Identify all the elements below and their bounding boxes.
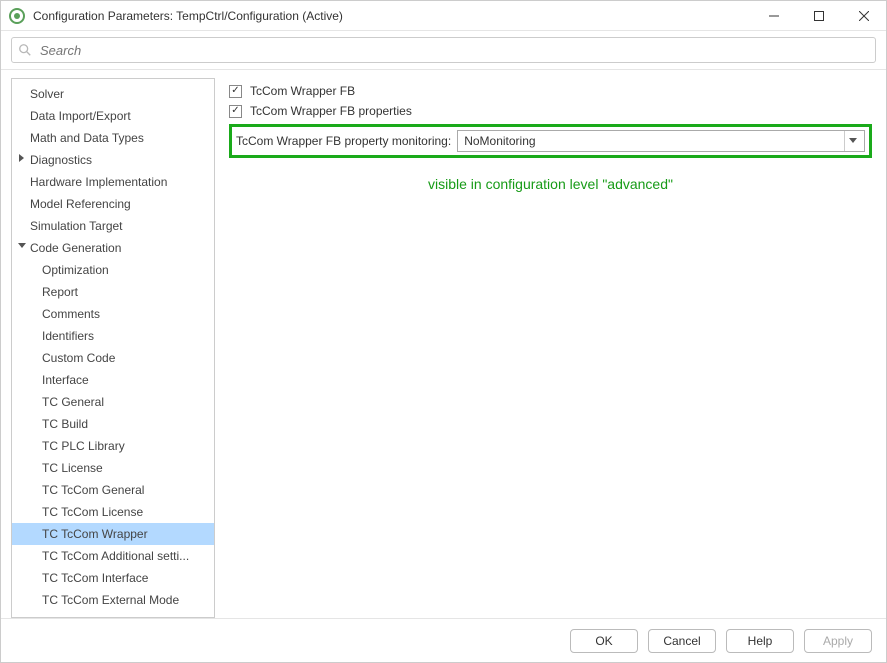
- search-icon: [18, 43, 32, 57]
- body: Solver Data Import/Export Math and Data …: [1, 70, 886, 618]
- maximize-icon: [814, 11, 824, 21]
- sidebar: Solver Data Import/Export Math and Data …: [11, 78, 215, 618]
- sidebar-item-tc-tccom-general[interactable]: TC TcCom General: [12, 479, 214, 501]
- sidebar-item-comments[interactable]: Comments: [12, 303, 214, 325]
- sidebar-item-math-data-types[interactable]: Math and Data Types: [12, 127, 214, 149]
- sidebar-item-tc-general[interactable]: TC General: [12, 391, 214, 413]
- sidebar-item-tc-plcfb-general[interactable]: TC PlcFb General: [12, 611, 214, 618]
- close-button[interactable]: [841, 1, 886, 30]
- sidebar-item-interface[interactable]: Interface: [12, 369, 214, 391]
- close-icon: [859, 11, 869, 21]
- sidebar-item-model-referencing[interactable]: Model Referencing: [12, 193, 214, 215]
- checkbox-wrapper-fb[interactable]: [229, 85, 242, 98]
- sidebar-item-identifiers[interactable]: Identifiers: [12, 325, 214, 347]
- sidebar-item-simulation-target[interactable]: Simulation Target: [12, 215, 214, 237]
- maximize-button[interactable]: [796, 1, 841, 30]
- sidebar-item-tc-tccom-external-mode[interactable]: TC TcCom External Mode: [12, 589, 214, 611]
- sidebar-item-tc-tccom-wrapper[interactable]: TC TcCom Wrapper: [12, 523, 214, 545]
- checkbox-row-wrapper-fb-properties: TcCom Wrapper FB properties: [229, 104, 872, 118]
- config-params-window: Configuration Parameters: TempCtrl/Confi…: [0, 0, 887, 663]
- window-controls: [751, 1, 886, 30]
- sidebar-item-hardware-implementation[interactable]: Hardware Implementation: [12, 171, 214, 193]
- sidebar-item-tc-tccom-license[interactable]: TC TcCom License: [12, 501, 214, 523]
- property-monitoring-select[interactable]: NoMonitoring: [457, 130, 865, 152]
- sidebar-item-custom-code[interactable]: Custom Code: [12, 347, 214, 369]
- sidebar-item-tc-license[interactable]: TC License: [12, 457, 214, 479]
- titlebar: Configuration Parameters: TempCtrl/Confi…: [1, 1, 886, 31]
- search-box[interactable]: [11, 37, 876, 63]
- chevron-down-icon: [844, 131, 860, 151]
- window-title: Configuration Parameters: TempCtrl/Confi…: [33, 9, 751, 23]
- search-row: [1, 31, 886, 70]
- sidebar-item-diagnostics[interactable]: Diagnostics: [12, 149, 214, 171]
- checkbox-row-wrapper-fb: TcCom Wrapper FB: [229, 84, 872, 98]
- app-icon: [9, 8, 25, 24]
- checkbox-wrapper-fb-properties-label: TcCom Wrapper FB properties: [250, 104, 412, 118]
- cancel-button[interactable]: Cancel: [648, 629, 716, 653]
- help-button[interactable]: Help: [726, 629, 794, 653]
- sidebar-item-tc-plc-library[interactable]: TC PLC Library: [12, 435, 214, 457]
- property-monitoring-value: NoMonitoring: [464, 134, 535, 148]
- sidebar-item-solver[interactable]: Solver: [12, 83, 214, 105]
- footer: OK Cancel Help Apply: [1, 618, 886, 662]
- annotation-text: visible in configuration level "advanced…: [229, 176, 872, 192]
- apply-button[interactable]: Apply: [804, 629, 872, 653]
- checkbox-wrapper-fb-properties[interactable]: [229, 105, 242, 118]
- ok-button[interactable]: OK: [570, 629, 638, 653]
- highlight-box: TcCom Wrapper FB property monitoring: No…: [229, 124, 872, 158]
- sidebar-item-tc-build[interactable]: TC Build: [12, 413, 214, 435]
- minimize-icon: [769, 11, 779, 21]
- sidebar-item-tc-tccom-interface[interactable]: TC TcCom Interface: [12, 567, 214, 589]
- sidebar-item-data-import-export[interactable]: Data Import/Export: [12, 105, 214, 127]
- content-pane: TcCom Wrapper FB TcCom Wrapper FB proper…: [225, 78, 876, 618]
- minimize-button[interactable]: [751, 1, 796, 30]
- search-input[interactable]: [38, 42, 869, 59]
- checkbox-wrapper-fb-label: TcCom Wrapper FB: [250, 84, 355, 98]
- sidebar-item-code-generation[interactable]: Code Generation: [12, 237, 214, 259]
- sidebar-item-optimization[interactable]: Optimization: [12, 259, 214, 281]
- property-monitoring-label: TcCom Wrapper FB property monitoring:: [236, 134, 451, 148]
- sidebar-item-report[interactable]: Report: [12, 281, 214, 303]
- sidebar-item-tc-tccom-additional-settings[interactable]: TC TcCom Additional setti...: [12, 545, 214, 567]
